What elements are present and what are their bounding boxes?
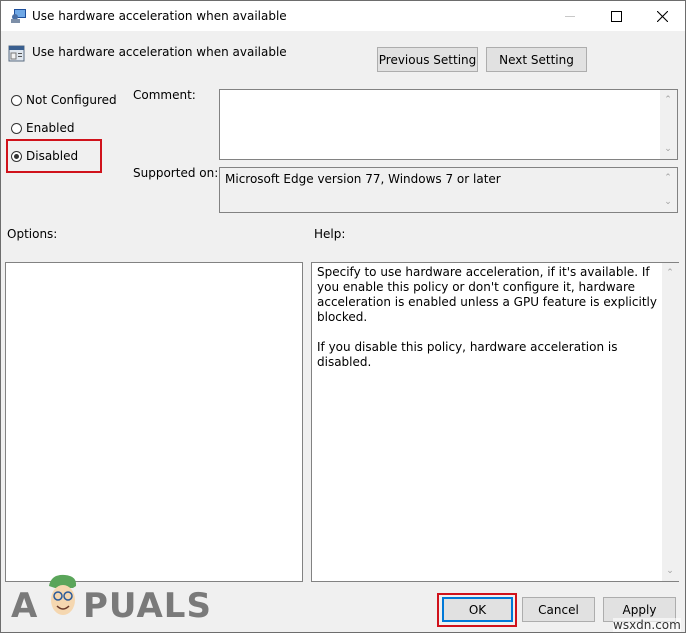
radio-label: Enabled (26, 121, 75, 135)
help-scrollbar[interactable]: ⌃ ⌄ (662, 263, 679, 581)
scroll-down-icon[interactable]: ⌄ (663, 145, 673, 154)
supported-scrollbar[interactable]: ⌃ ⌄ (660, 168, 677, 212)
disabled-highlight-box (6, 139, 102, 173)
cancel-button[interactable]: Cancel (522, 597, 595, 622)
radio-enabled[interactable]: Enabled (11, 121, 75, 135)
scroll-up-icon[interactable]: ⌃ (663, 174, 673, 183)
scroll-down-icon[interactable]: ⌄ (665, 567, 675, 576)
policy-setting-icon (8, 45, 25, 62)
radio-button[interactable] (11, 94, 22, 106)
minimize-icon (565, 15, 575, 17)
help-text: Specify to use hardware acceleration, if… (317, 265, 657, 370)
radio-button[interactable] (11, 122, 22, 134)
appuals-watermark: A PUALS (9, 574, 219, 629)
ok-button[interactable]: OK (442, 597, 513, 622)
maximize-icon (610, 10, 622, 22)
scroll-up-icon[interactable]: ⌃ (665, 269, 675, 278)
help-panel: Specify to use hardware acceleration, if… (311, 262, 679, 582)
comment-input[interactable]: ⌃ ⌄ (219, 89, 678, 160)
title-bar[interactable]: Use hardware acceleration when available (1, 1, 685, 31)
maximize-button[interactable] (593, 1, 639, 31)
help-label: Help: (314, 227, 346, 241)
scroll-down-icon[interactable]: ⌄ (663, 198, 673, 207)
site-watermark: wsxdn.com (613, 618, 681, 632)
watermark-letter-a: A (11, 586, 38, 626)
mascot-icon (49, 574, 77, 615)
close-icon (656, 10, 668, 22)
options-panel (5, 262, 303, 582)
policy-name: Use hardware acceleration when available (32, 45, 287, 59)
comment-scrollbar[interactable]: ⌃ ⌄ (660, 90, 677, 159)
watermark-letters: PUALS (83, 586, 212, 626)
help-paragraph-2: If you disable this policy, hardware acc… (317, 340, 618, 369)
close-button[interactable] (639, 1, 685, 31)
supported-on-label: Supported on: (133, 166, 219, 180)
policy-dialog-window: Use hardware acceleration when available… (0, 0, 686, 633)
window-title: Use hardware acceleration when available (32, 9, 287, 23)
radio-not-configured[interactable]: Not Configured (11, 93, 117, 107)
scroll-up-icon[interactable]: ⌃ (663, 96, 673, 105)
next-setting-button[interactable]: Next Setting (486, 47, 587, 72)
help-paragraph-1: Specify to use hardware acceleration, if… (317, 265, 657, 324)
previous-setting-button[interactable]: Previous Setting (377, 47, 478, 72)
options-label: Options: (7, 227, 58, 241)
supported-on-field: Microsoft Edge version 77, Windows 7 or … (219, 167, 678, 213)
minimize-button[interactable] (547, 1, 593, 31)
radio-label: Not Configured (26, 93, 117, 107)
policy-editor-icon (11, 9, 26, 23)
comment-label: Comment: (133, 88, 196, 102)
supported-on-value: Microsoft Edge version 77, Windows 7 or … (225, 172, 501, 186)
